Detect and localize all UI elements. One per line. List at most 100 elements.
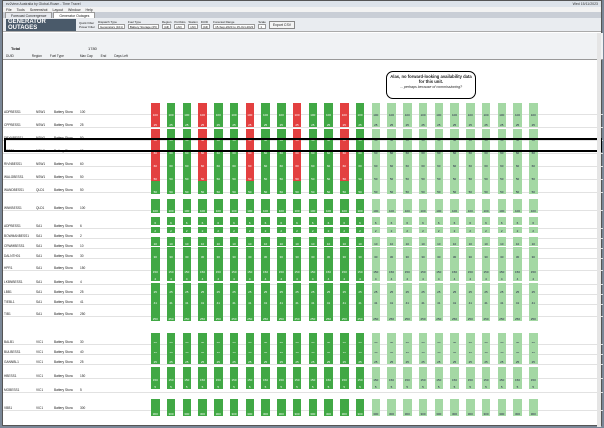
availability-cell: 4 — [324, 273, 333, 281]
availability-cell: 250 — [418, 305, 428, 322]
availability-cell: 50 — [261, 168, 270, 181]
availability-cell: 4 — [166, 273, 176, 281]
menu-tools[interactable]: Tools — [17, 8, 25, 12]
availability-cell: 30 — [434, 247, 443, 259]
col-region[interactable]: Region — [32, 54, 42, 58]
col-daysleft[interactable]: Days Left — [114, 54, 127, 58]
availability-cell: 10 — [198, 237, 207, 247]
fuel-type[interactable]: Fuel Type Battery Storage (25) — [127, 20, 159, 29]
availability-cell: 100 — [277, 199, 286, 214]
availability-cell: 5 — [198, 381, 207, 389]
availability-cell: 50 — [387, 168, 396, 181]
availability-cell: 50 — [229, 181, 239, 194]
availability-cell: 5 — [245, 381, 254, 389]
highlight-box — [4, 138, 602, 152]
quick-filter[interactable]: Quick Filter Power Filter — [79, 21, 95, 29]
availability-cell: 4 — [182, 273, 191, 281]
availability-cell: 6 — [229, 217, 239, 226]
availability-cell: 60 — [340, 155, 349, 169]
availability-cell: 50 — [308, 181, 317, 194]
availability-cell: 25 — [387, 353, 396, 365]
col-maxcap[interactable]: Max Cap — [80, 54, 93, 58]
availability-cell: 6 — [481, 217, 491, 226]
availability-cell: 5 — [261, 381, 270, 389]
availability-cell: 150 — [371, 259, 380, 275]
fuel-cell: Battery Stora — [54, 243, 73, 248]
availability-cell: 41 — [371, 293, 380, 306]
availability-cell: 50 — [151, 168, 160, 181]
availability-cell: 25 — [355, 353, 365, 365]
availability-cell: 50 — [355, 168, 365, 181]
availability-cell: 41 — [151, 293, 160, 306]
tab-forecast-convergence[interactable]: Forecast Convergence — [5, 12, 53, 18]
duid-cell: TIB1 — [4, 311, 11, 316]
cap-cell: 41 — [80, 299, 84, 304]
cap-cell: 25 — [80, 122, 84, 127]
availability-cell: 25 — [292, 353, 302, 365]
menu-help[interactable]: Help — [86, 8, 93, 12]
availability-cell: 100 — [434, 199, 443, 214]
availability-cell: 6 — [434, 217, 443, 226]
col-end[interactable]: End — [101, 54, 107, 58]
col-duid[interactable]: DUID — [6, 54, 14, 58]
availability-cell: 30 — [340, 247, 349, 259]
availability-cell: 6 — [214, 217, 223, 226]
availability-cell: 6 — [151, 217, 160, 226]
station-select[interactable]: Station (All) — [188, 20, 198, 29]
menu-file[interactable]: File — [6, 8, 12, 12]
availability-cell: 60 — [403, 155, 412, 169]
availability-cell: 300 — [261, 399, 270, 416]
vertical-scrollbar[interactable] — [597, 33, 601, 427]
availability-cell: 5 — [387, 381, 396, 389]
col-fuel[interactable]: Fuel Type — [50, 54, 64, 58]
availability-cell: 50 — [513, 168, 522, 181]
availability-cell: 300 — [198, 399, 207, 416]
availability-cell: 10 — [403, 237, 412, 247]
region-select[interactable]: Region (All) — [161, 20, 172, 29]
availability-cell: 60 — [277, 155, 286, 169]
availability-cell: 300 — [418, 399, 428, 416]
availability-cell: 30 — [481, 247, 491, 259]
availability-cell: 4 — [292, 273, 302, 281]
availability-cell: 50 — [292, 181, 302, 194]
tab-generator-outages[interactable]: Generator Outages — [53, 12, 96, 18]
dispatch-type[interactable]: Dispatch Type Generators (101) — [98, 20, 125, 29]
menu-screenshot[interactable]: Screenshot — [30, 8, 48, 12]
availability-cell: 25 — [513, 116, 522, 128]
availability-cell: 250 — [355, 305, 365, 322]
menu-layout[interactable]: Layout — [53, 8, 64, 12]
duid-cell: DALNTH01 — [4, 253, 21, 258]
region-cell: VIC1 — [36, 405, 44, 410]
availability-cell: 6 — [308, 217, 317, 226]
availability-cell: 2 — [387, 227, 396, 234]
availability-cell: 41 — [481, 293, 491, 306]
availability-cell: 25 — [418, 353, 428, 365]
availability-cell: 150 — [355, 367, 365, 383]
availability-cell: 25 — [434, 116, 443, 128]
export-csv-button[interactable]: Export CSV — [268, 20, 296, 29]
clock: Wed 15/11/2023 — [572, 2, 598, 6]
availability-cell: 2 — [166, 227, 176, 234]
availability-cell: 2 — [481, 227, 491, 234]
availability-cell: 25 — [481, 353, 491, 365]
availability-cell: 2 — [229, 227, 239, 234]
outage-grid: Total 1780 DUID Region Fuel Type Max Cap… — [3, 33, 603, 427]
availability-cell: 25 — [497, 116, 506, 128]
portfolio-select[interactable]: Portfolio (All) — [174, 20, 186, 29]
fuel-cell: Battery Stora — [54, 122, 73, 127]
availability-cell: 100 — [387, 199, 396, 214]
scale-select[interactable]: Scale 1 — [258, 20, 266, 29]
availability-cell: 30 — [513, 247, 522, 259]
availability-cell: 50 — [198, 181, 207, 194]
availability-cell: 25 — [371, 353, 380, 365]
availability-cell: 41 — [466, 293, 475, 306]
availability-cell: 50 — [403, 181, 412, 194]
availability-cell: 60 — [529, 155, 538, 169]
duid-select[interactable]: DUID (All) — [200, 20, 211, 29]
availability-cell: 41 — [324, 293, 333, 306]
fuel-cell: Battery Stora — [54, 109, 73, 114]
forecast-range[interactable]: Forecast Range 15-Sep-2023 to 15-Oct-2023 — [213, 20, 256, 29]
region-cell: SA1 — [36, 243, 43, 248]
menu-window[interactable]: Window — [68, 8, 80, 12]
availability-cell: 30 — [166, 247, 176, 259]
